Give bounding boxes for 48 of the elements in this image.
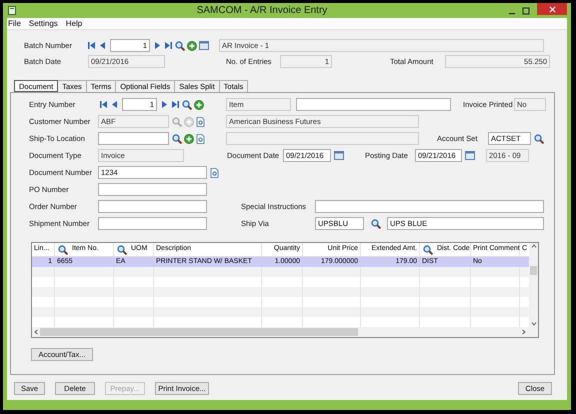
window-title: SAMCOM - A/R Invoice Entry bbox=[196, 4, 328, 18]
skip-first-icon[interactable] bbox=[99, 100, 108, 109]
maximize-icon[interactable] bbox=[522, 6, 530, 14]
close-icon[interactable] bbox=[548, 6, 556, 12]
calendar-icon[interactable] bbox=[334, 151, 344, 160]
scroll-left-icon[interactable] bbox=[34, 329, 38, 335]
search-icon[interactable] bbox=[534, 134, 544, 144]
scroll-down-icon[interactable] bbox=[530, 322, 536, 326]
calendar-icon[interactable] bbox=[199, 41, 209, 50]
scroll-right-icon[interactable] bbox=[522, 329, 526, 335]
previous-icon[interactable] bbox=[98, 41, 107, 50]
search-icon[interactable] bbox=[58, 244, 68, 254]
search-icon[interactable] bbox=[175, 40, 185, 50]
search-icon[interactable] bbox=[370, 218, 380, 228]
shipment-number-field[interactable] bbox=[98, 217, 207, 230]
search-icon[interactable] bbox=[423, 244, 433, 254]
vertical-scrollbar[interactable] bbox=[529, 243, 538, 327]
add-icon[interactable] bbox=[194, 100, 204, 110]
scroll-up-icon[interactable] bbox=[530, 244, 536, 248]
skip-last-icon[interactable] bbox=[171, 100, 180, 109]
document-icon[interactable] bbox=[210, 168, 219, 178]
next-icon[interactable] bbox=[160, 100, 169, 109]
app-icon bbox=[8, 6, 16, 15]
scrollbar-thumb[interactable] bbox=[530, 266, 537, 274]
add-icon[interactable] bbox=[184, 134, 194, 144]
order-number-field[interactable] bbox=[98, 200, 207, 213]
special-instructions-field[interactable] bbox=[315, 200, 544, 213]
ship-to-name-field[interactable] bbox=[226, 132, 419, 145]
po-number-field[interactable] bbox=[98, 183, 207, 196]
search-icon[interactable] bbox=[172, 134, 182, 144]
search-icon[interactable] bbox=[182, 100, 192, 110]
menu-item[interactable]: Settings bbox=[28, 18, 58, 30]
input-field[interactable] bbox=[296, 98, 451, 111]
menu-item[interactable]: File bbox=[8, 18, 21, 30]
previous-icon[interactable] bbox=[110, 100, 119, 109]
horizontal-scrollbar[interactable] bbox=[32, 327, 538, 337]
menu-item[interactable]: Help bbox=[66, 18, 82, 30]
next-icon[interactable] bbox=[153, 41, 162, 50]
add-icon[interactable] bbox=[187, 40, 197, 50]
ship-to-field[interactable] bbox=[98, 132, 169, 145]
scrollbar-thumb[interactable] bbox=[40, 328, 358, 336]
close-window-button[interactable] bbox=[537, 3, 567, 15]
document-icon[interactable] bbox=[196, 134, 205, 144]
calendar-icon[interactable] bbox=[465, 151, 475, 160]
skip-last-icon[interactable] bbox=[164, 41, 173, 50]
skip-first-icon[interactable] bbox=[87, 41, 96, 50]
search-icon[interactable] bbox=[117, 244, 127, 254]
document-icon[interactable] bbox=[196, 116, 205, 126]
